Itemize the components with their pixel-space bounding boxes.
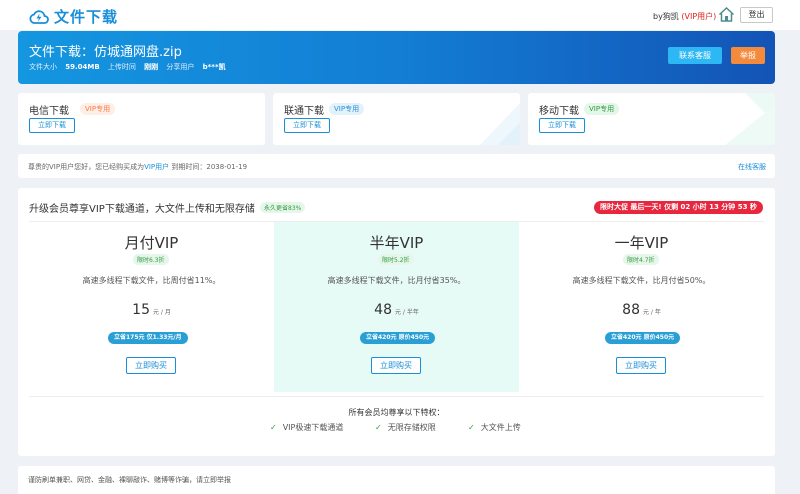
vip-notice-prefix: 尊贵的VIP用户您好，您已经购买成为 [28, 163, 145, 171]
download-option-unicom: 联通下载 VIP专用 立即下载 [273, 93, 520, 145]
user-name: by狗凯 [653, 12, 679, 21]
file-size-label: 文件大小 [29, 63, 57, 71]
plan-price: 48 元 / 半年 [274, 302, 519, 318]
buy-now-button[interactable]: 立即购买 [371, 357, 421, 374]
divider [29, 396, 764, 397]
privilege-label: 大文件上传 [480, 423, 521, 432]
check-icon: ✓ [375, 423, 382, 432]
buy-now-button[interactable]: 立即购买 [126, 357, 176, 374]
upgrade-panel: 升级会员尊享VIP下载通道，大文件上传和无限存储 永久更省83% 限时大促 最后… [18, 188, 775, 456]
plan-price: 88 元 / 年 [519, 302, 764, 318]
decorative-stripes [480, 103, 520, 145]
download-now-button[interactable]: 立即下载 [284, 118, 330, 133]
plan-price-unit: 元 / 年 [642, 309, 661, 316]
file-size: 文件大小 59.04MB [29, 63, 100, 71]
download-now-button[interactable]: 立即下载 [539, 118, 585, 133]
plan-name: 半年VIP [369, 234, 424, 252]
plan-discount-badge: 限时6.3折 [133, 254, 169, 265]
plan-price-unit: 元 / 半年 [394, 309, 419, 316]
vip-tag: VIP专用 [329, 103, 365, 115]
privilege-item: ✓ VIP极速下载通道 [270, 422, 343, 433]
plan-price-value: 48 [374, 302, 392, 318]
download-now-button[interactable]: 立即下载 [29, 118, 75, 133]
vip-expiry: 到期时间：2038-01-19 [169, 163, 248, 171]
plan-price-value: 15 [132, 302, 150, 318]
plan-description: 高速多线程下载文件，比月付省35%。 [327, 276, 466, 285]
file-banner: 文件下载：仿城通网盘.zip 文件大小 59.04MB 上传时间 刚刚 分享用户… [18, 31, 775, 84]
plan-yearly: 一年VIP 限时4.7折 高速多线程下载文件，比月付省50%。 88 元 / 年 … [519, 222, 764, 392]
vip-notice: 尊贵的VIP用户您好，您已经购买成为VIP用户 到期时间：2038-01-19 … [18, 154, 775, 178]
download-option-telecom: 电信下载 VIP专用 立即下载 [18, 93, 265, 145]
plan-savings-pill: 立省420元 原价450元 [605, 332, 681, 344]
vip-user-link[interactable]: VIP用户 [144, 163, 169, 171]
plan-discount-badge: 限时5.2折 [378, 254, 414, 265]
promo-countdown: 限时大促 最后一天! 仅剩 02 小时 13 分钟 53 秒 [594, 201, 763, 214]
logout-button[interactable]: 登出 [740, 7, 773, 23]
logo[interactable]: 文件下载 [29, 6, 118, 27]
user-info[interactable]: by狗凯 (VIP用户) [653, 11, 716, 22]
user-vip-status: (VIP用户) [681, 12, 717, 21]
plan-description: 高速多线程下载文件，比月付省50%。 [572, 276, 711, 285]
file-title: 文件下载：仿城通网盘.zip [29, 45, 182, 60]
sharer: 分享用户 b***凯 [166, 63, 225, 71]
privilege-item: ✓ 大文件上传 [468, 422, 521, 433]
plan-name: 一年VIP [614, 234, 669, 252]
check-icon: ✓ [468, 423, 475, 432]
plan-half-year: 半年VIP 限时5.2折 高速多线程下载文件，比月付省35%。 48 元 / 半年… [274, 222, 519, 392]
decorative-stripes [725, 93, 775, 145]
plan-description: 高速多线程下载文件，比周付省11%。 [82, 276, 221, 285]
plan-price-unit: 元 / 月 [152, 309, 171, 316]
plan-savings-pill: 立省420元 原价450元 [360, 332, 436, 344]
report-button[interactable]: 举报 [731, 47, 765, 64]
savings-badge: 永久更省83% [260, 202, 306, 213]
plan-price-value: 88 [622, 302, 640, 318]
vip-notice-text: 尊贵的VIP用户您好，您已经购买成为VIP用户 到期时间：2038-01-19 [28, 162, 247, 172]
file-size-value: 59.04MB [65, 63, 100, 71]
privilege-label: VIP极速下载通道 [282, 423, 344, 432]
fraud-warning: 谨防刷单兼职、网贷、金融、裸聊敲诈、赌博等诈骗，请立即举报 [18, 466, 775, 494]
download-option-mobile: 移动下载 VIP专用 立即下载 [528, 93, 775, 145]
sharer-label: 分享用户 [166, 63, 195, 71]
cloud-bolt-icon [29, 9, 49, 24]
download-option-name: 联通下载 [284, 106, 324, 117]
plan-monthly: 月付VIP 限时6.3折 高速多线程下载文件，比周付省11%。 15 元 / 月 … [29, 222, 274, 392]
top-header: 文件下载 by狗凯 (VIP用户) 登出 [0, 0, 800, 30]
plan-name: 月付VIP [124, 234, 179, 252]
upload-time-label: 上传时间 [107, 63, 136, 71]
file-meta: 文件大小 59.04MB 上传时间 刚刚 分享用户 b***凯 [29, 62, 232, 72]
plan-price: 15 元 / 月 [29, 302, 274, 318]
online-service-link[interactable]: 在线客服 [738, 162, 766, 172]
upload-time-value: 刚刚 [144, 63, 159, 71]
home-icon[interactable] [718, 6, 735, 23]
buy-now-button[interactable]: 立即购买 [616, 357, 666, 374]
sharer-value: b***凯 [202, 63, 226, 71]
plan-discount-badge: 限时4.7折 [623, 254, 659, 265]
plan-savings-pill: 立省175元 仅1.33元/月 [108, 332, 188, 344]
download-option-name: 电信下载 [29, 106, 69, 117]
logo-text: 文件下载 [54, 8, 119, 26]
check-icon: ✓ [270, 423, 277, 432]
upload-time: 上传时间 刚刚 [108, 63, 158, 71]
privilege-item: ✓ 无限存储权限 [375, 422, 436, 433]
contact-service-button[interactable]: 联系客服 [668, 47, 722, 64]
privilege-label: 无限存储权限 [387, 423, 436, 432]
download-option-name: 移动下载 [539, 106, 579, 117]
privileges-title: 所有会员均尊享以下特权： [348, 408, 445, 417]
upgrade-title: 升级会员尊享VIP下载通道，大文件上传和无限存储 [29, 204, 255, 215]
vip-tag: VIP专用 [584, 103, 620, 115]
fraud-warning-text: 谨防刷单兼职、网贷、金融、裸聊敲诈、赌博等诈骗，请立即举报 [28, 476, 231, 484]
vip-tag: VIP专用 [80, 103, 116, 115]
